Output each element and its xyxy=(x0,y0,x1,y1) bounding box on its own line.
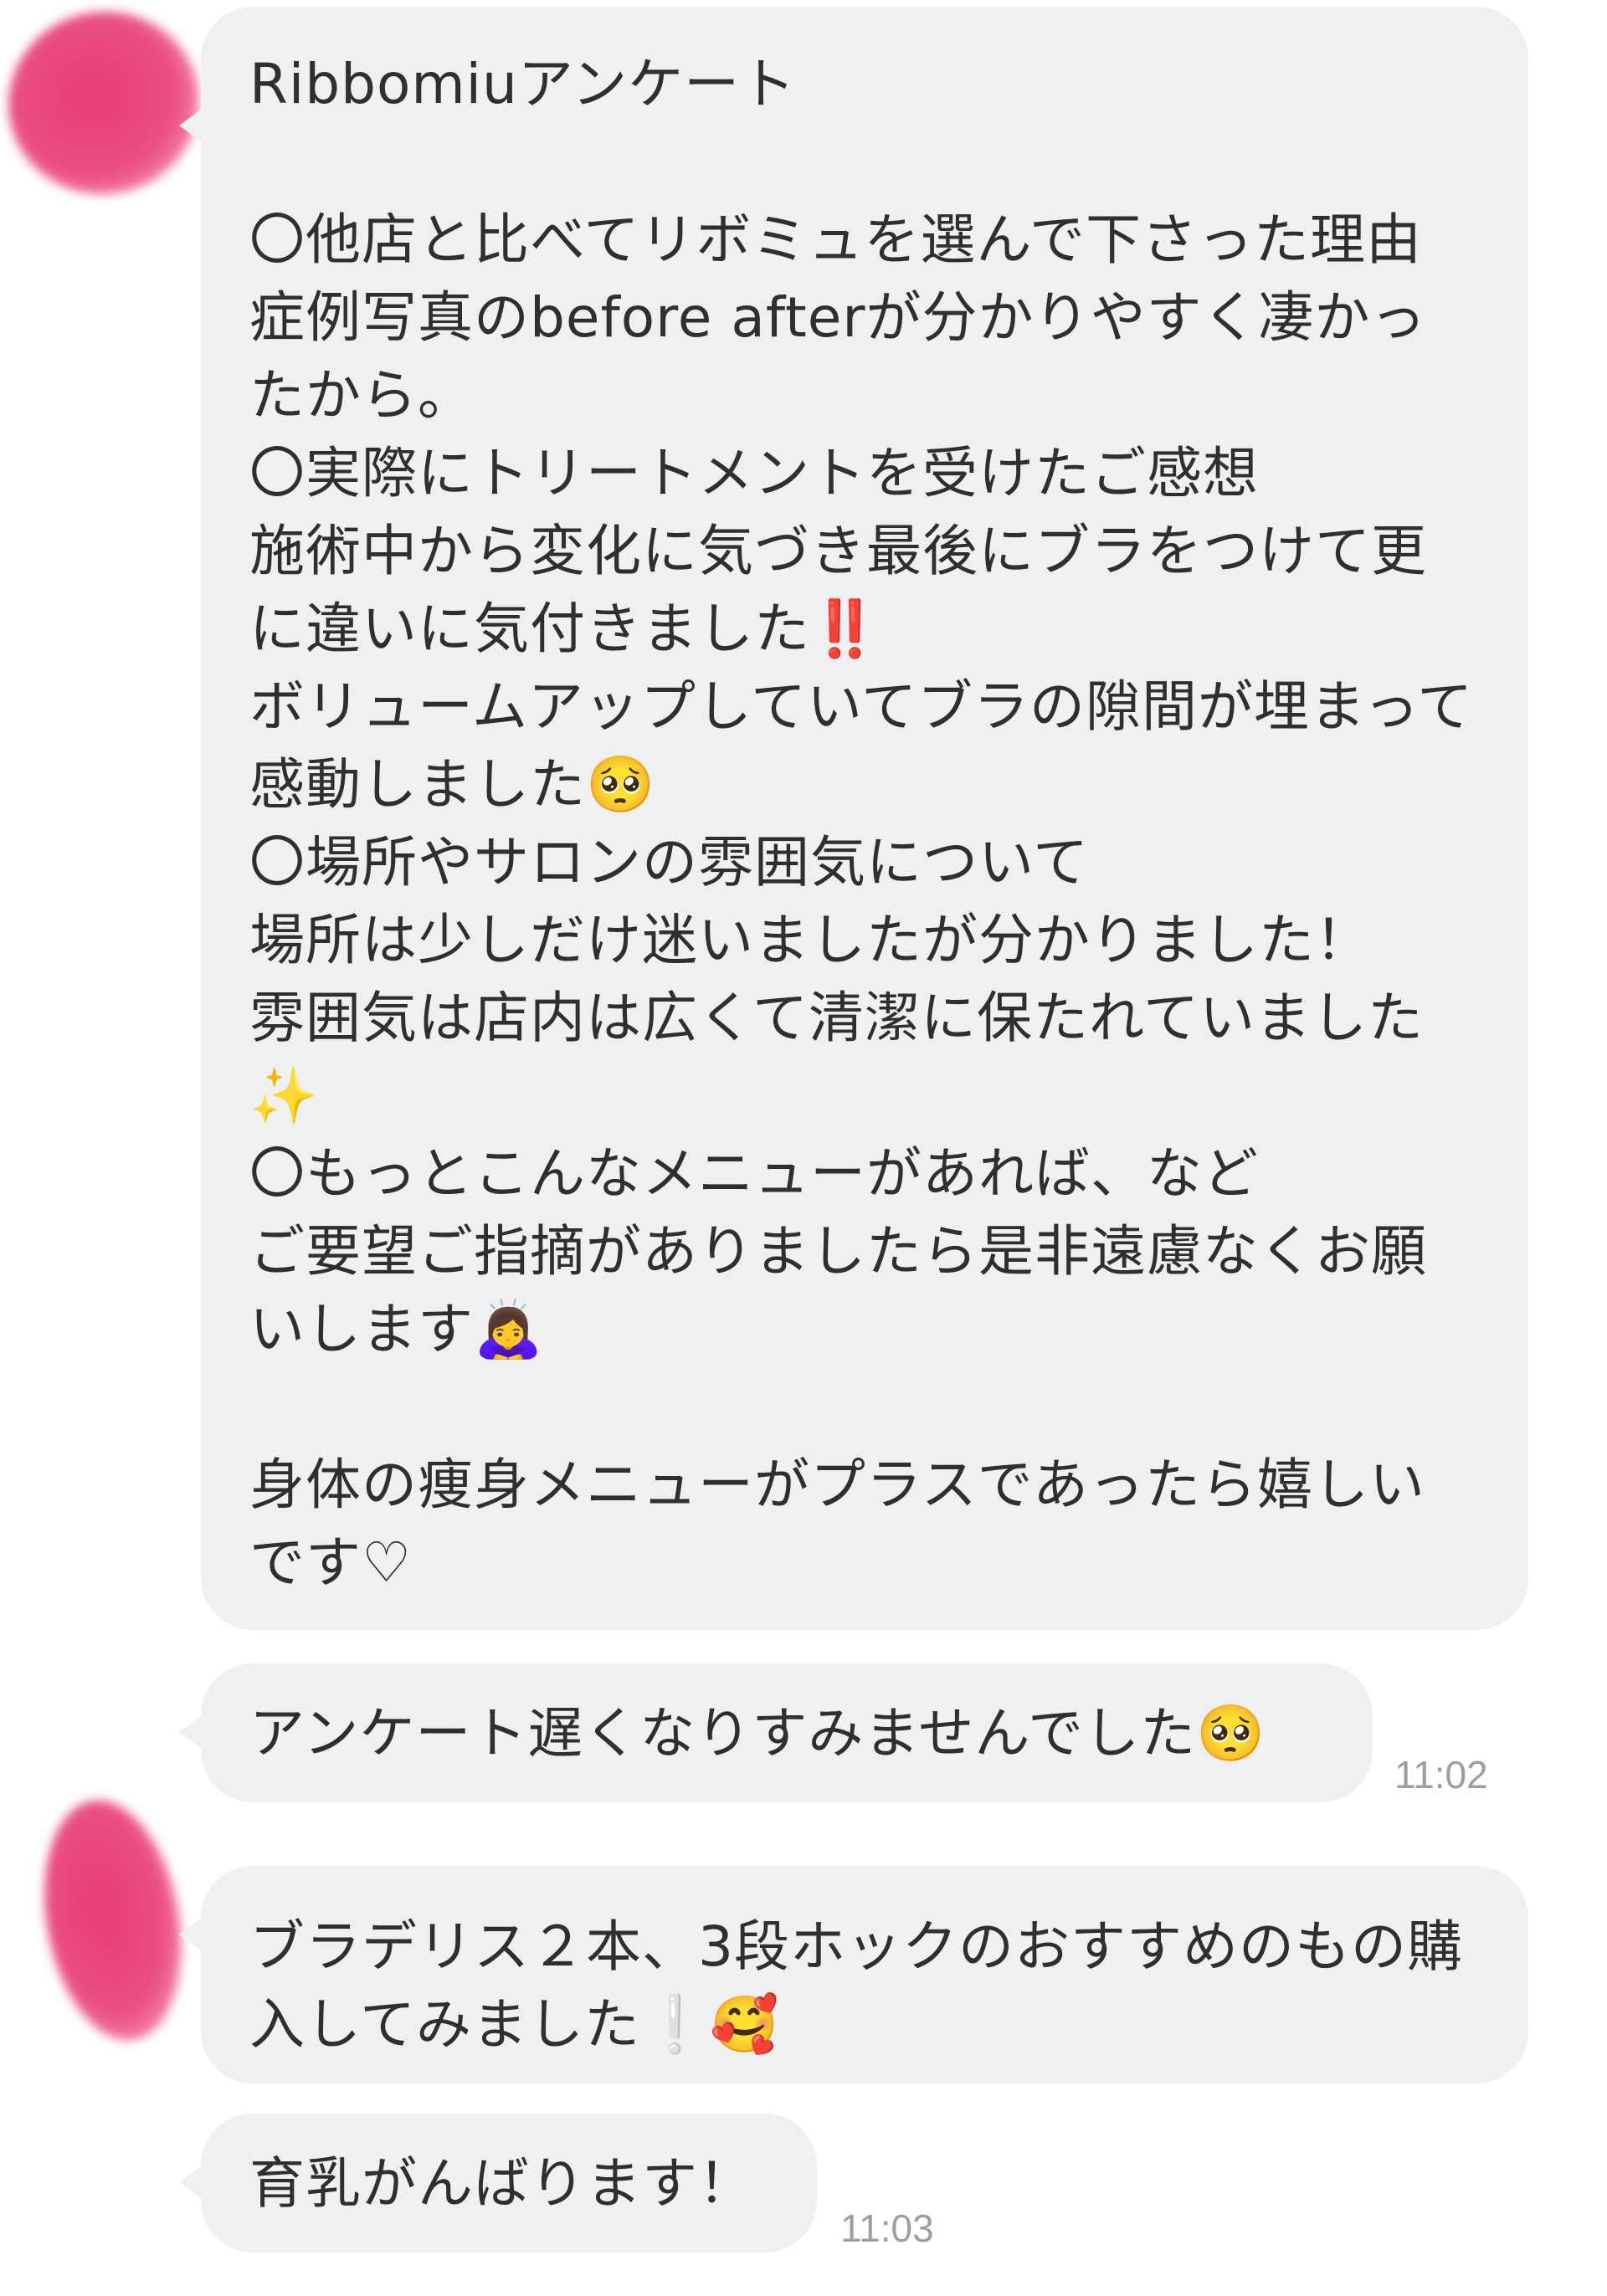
bubble-tail xyxy=(179,2164,204,2201)
bubble-tail xyxy=(179,1916,204,1953)
message-text: ブラデリス２本、3段ホックのおすすめのもの購入してみました❕🥰 xyxy=(249,1914,1463,2057)
avatar[interactable] xyxy=(27,1789,199,2052)
message-text: 育乳がんばります！ xyxy=(249,2150,754,2216)
message-bubble: Ribbomiuアンケート 〇他店と比べてリボミュを選んで下さった理由 症例写真… xyxy=(179,7,1528,1630)
message-text: Ribbomiuアンケート 〇他店と比べてリボミュを選んで下さった理由 症例写真… xyxy=(249,52,1474,1595)
avatar[interactable] xyxy=(0,0,217,213)
message-text: アンケート遅くなりすみませんでした🥺 xyxy=(249,1700,1266,1766)
bubble-tail xyxy=(179,1714,204,1750)
message-timestamp: 11:02 xyxy=(1394,1753,1488,1796)
message-bubble: アンケート遅くなりすみませんでした🥺 xyxy=(179,1663,1373,1802)
bubble-tail xyxy=(179,107,204,144)
message-timestamp: 11:03 xyxy=(840,2206,934,2250)
message-bubble: ブラデリス２本、3段ホックのおすすめのもの購入してみました❕🥰 xyxy=(179,1866,1528,2083)
message-bubble: 育乳がんばります！ xyxy=(179,2114,817,2252)
